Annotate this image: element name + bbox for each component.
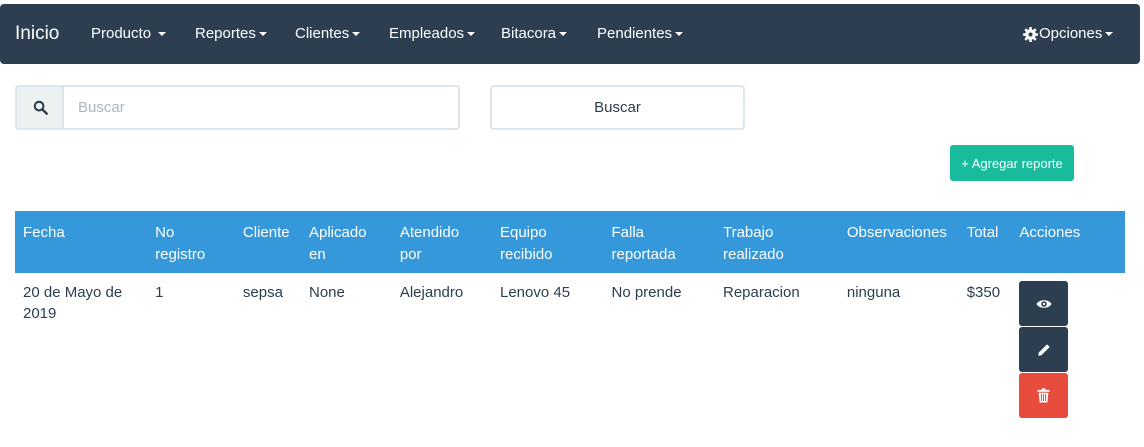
nav-label: Opciones <box>1039 25 1103 42</box>
header-line: Total <box>966 224 999 241</box>
header-line: Equipo <box>499 224 547 241</box>
caret-down-icon <box>258 32 267 37</box>
nav-label: Pendientes <box>597 25 673 42</box>
nav-item-pendientes[interactable]: Pendientes <box>597 4 684 64</box>
column-header-no-registro: No registro <box>147 211 235 273</box>
header-line: por <box>399 246 422 263</box>
cell-cliente: sepsa <box>242 284 283 301</box>
header-line: realizado <box>722 246 784 263</box>
cell-line: 2019 <box>23 305 57 322</box>
nav-item-producto[interactable]: Producto <box>91 4 167 64</box>
caret-down-icon <box>559 32 568 37</box>
eye-icon <box>1036 299 1052 308</box>
add-report-button[interactable]: + Agregar reporte <box>950 145 1074 181</box>
top-navbar: Inicio Producto Reportes Clientes Emplea… <box>0 4 1140 64</box>
cell-fecha: 20 de Mayo de 2019 <box>15 273 147 429</box>
nav-item-empleados[interactable]: Empleados <box>389 4 476 64</box>
cell-trabajo-realizado: Reparacion <box>722 284 800 301</box>
header-line: Aplicado <box>308 224 367 241</box>
table-row: 20 de Mayo de 2019 1 sepsa None Alejandro… <box>15 273 1125 429</box>
column-header-falla-reportada: Falla reportada <box>603 211 715 273</box>
view-button[interactable] <box>1019 281 1069 326</box>
nav-item-bitacora[interactable]: Bitacora <box>501 4 568 64</box>
header-line: Falla <box>611 224 644 241</box>
header-line: reportada <box>611 246 676 263</box>
nav-item-clientes[interactable]: Clientes <box>295 4 361 64</box>
caret-down-icon <box>467 32 476 37</box>
edit-button[interactable] <box>1019 327 1069 372</box>
nav-item-opciones[interactable]: Opciones <box>1023 4 1114 64</box>
delete-button[interactable] <box>1019 373 1069 418</box>
column-header-aplicado-en: Aplicado en <box>300 211 392 273</box>
column-header-cliente: Cliente <box>234 211 301 273</box>
table-header-row: Fecha No registro Cliente Aplicado en Aten… <box>15 211 1125 273</box>
cell-total: $350 <box>966 284 1001 301</box>
column-header-equipo-recibido: Equipo recibido <box>491 211 604 273</box>
header-line: registro <box>155 246 206 263</box>
header-line: Trabajo <box>722 224 774 241</box>
header-line: Observaciones <box>846 224 947 241</box>
column-header-observaciones: Observaciones <box>838 211 959 273</box>
column-header-acciones: Acciones <box>1011 211 1125 273</box>
header-line: No <box>155 224 175 241</box>
header-line: en <box>308 246 326 263</box>
column-header-fecha: Fecha <box>15 211 148 273</box>
column-header-atendido-por: Atendido por <box>391 211 492 273</box>
column-header-total: Total <box>958 211 1012 273</box>
nav-label: Reportes <box>195 25 256 42</box>
search-icon <box>33 100 48 115</box>
gear-icon <box>1023 26 1038 42</box>
header-line: Fecha <box>23 224 65 241</box>
cell-line: 20 de Mayo de <box>23 284 123 301</box>
cell-equipo-recibido: Lenovo 45 <box>499 284 571 301</box>
pencil-icon <box>1038 343 1050 356</box>
cell-no-registro: 1 <box>155 284 164 301</box>
caret-down-icon <box>675 32 684 37</box>
cell-observaciones: ninguna <box>846 284 901 301</box>
search-group <box>15 85 460 130</box>
header-line: Atendido <box>399 224 460 241</box>
caret-down-icon <box>352 32 361 37</box>
column-header-trabajo-realizado: Trabajo realizado <box>714 211 839 273</box>
cell-atendido-por: Alejandro <box>399 284 464 301</box>
nav-label: Empleados <box>389 25 465 42</box>
caret-down-icon <box>158 32 167 37</box>
nav-brand-inicio[interactable]: Inicio <box>15 4 59 64</box>
cell-acciones <box>1011 273 1125 429</box>
cell-aplicado-en: None <box>308 284 345 301</box>
search-button[interactable]: Buscar <box>490 85 745 130</box>
nav-label: Clientes <box>295 25 350 42</box>
caret-down-icon <box>1105 32 1114 37</box>
nav-label: Bitacora <box>501 25 557 42</box>
search-input[interactable] <box>62 85 460 130</box>
search-addon <box>15 85 63 130</box>
header-line: Cliente <box>242 224 290 241</box>
nav-label: Producto <box>91 25 152 42</box>
reports-table: Fecha No registro Cliente Aplicado en Aten… <box>15 211 1125 429</box>
cell-falla-reportada: No prende <box>611 284 682 301</box>
nav-item-reportes[interactable]: Reportes <box>195 4 267 64</box>
header-line: Acciones <box>1019 224 1081 241</box>
header-line: recibido <box>499 246 553 263</box>
trash-icon <box>1037 388 1050 403</box>
